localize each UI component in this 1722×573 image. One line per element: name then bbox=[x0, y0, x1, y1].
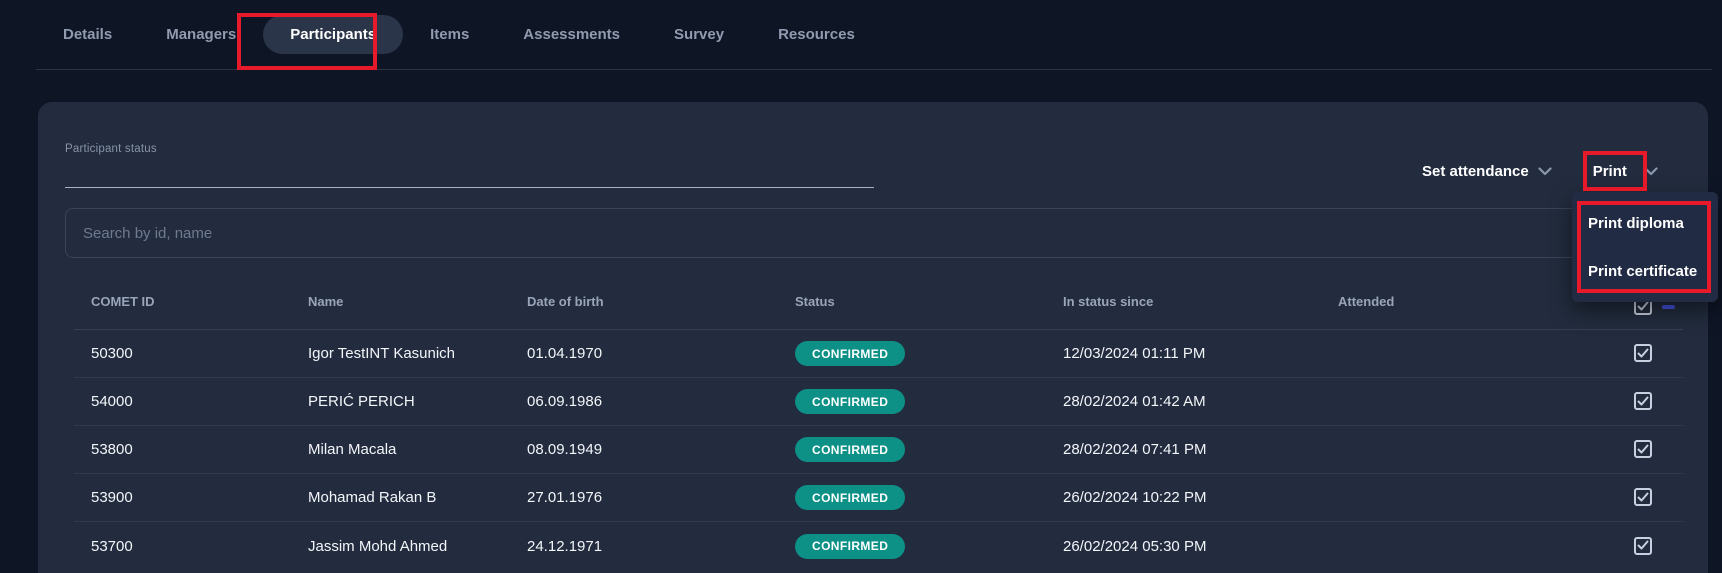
cell-name: Milan Macala bbox=[291, 441, 510, 458]
status-badge: CONFIRMED bbox=[795, 534, 905, 559]
column-header-name[interactable]: Name bbox=[291, 294, 510, 329]
checkmark-icon bbox=[1637, 396, 1649, 407]
cell-comet-id: 53800 bbox=[74, 441, 291, 458]
table-body: 50300 Igor TestINT Kasunich 01.04.1970 C… bbox=[74, 330, 1683, 570]
row-checkbox[interactable] bbox=[1634, 488, 1652, 506]
row-checkbox[interactable] bbox=[1634, 537, 1652, 555]
tab-resources[interactable]: Resources bbox=[751, 15, 882, 54]
toolbar: Set attendance Print bbox=[1422, 158, 1658, 184]
cell-status: CONFIRMED bbox=[778, 534, 1046, 559]
cell-comet-id: 50300 bbox=[74, 345, 291, 362]
cell-comet-id: 53900 bbox=[74, 489, 291, 506]
print-button[interactable]: Print bbox=[1593, 163, 1658, 180]
cell-in-status-since: 26/02/2024 05:30 PM bbox=[1046, 538, 1321, 555]
status-badge: CONFIRMED bbox=[795, 485, 905, 510]
checkmark-icon bbox=[1637, 492, 1649, 503]
table-row[interactable]: 54000 PERIĆ PERICH 06.09.1986 CONFIRMED … bbox=[74, 378, 1683, 426]
column-header-dob[interactable]: Date of birth bbox=[510, 294, 778, 329]
cell-status: CONFIRMED bbox=[778, 389, 1046, 414]
set-attendance-button[interactable]: Set attendance bbox=[1422, 163, 1552, 180]
row-checkbox[interactable] bbox=[1634, 344, 1652, 362]
column-header-in-status-since[interactable]: In status since bbox=[1046, 294, 1321, 329]
print-label: Print bbox=[1593, 163, 1627, 180]
cell-comet-id: 54000 bbox=[74, 393, 291, 410]
cell-in-status-since: 28/02/2024 01:42 AM bbox=[1046, 393, 1321, 410]
table-row[interactable]: 53700 Jassim Mohd Ahmed 24.12.1971 CONFI… bbox=[74, 522, 1683, 570]
status-badge: CONFIRMED bbox=[795, 341, 905, 366]
cell-in-status-since: 28/02/2024 07:41 PM bbox=[1046, 441, 1321, 458]
participants-table: COMET ID Name Date of birth Status In st… bbox=[74, 252, 1683, 570]
table-row[interactable]: 53900 Mohamad Rakan B 27.01.1976 CONFIRM… bbox=[74, 474, 1683, 522]
cell-status: CONFIRMED bbox=[778, 485, 1046, 510]
status-badge: CONFIRMED bbox=[795, 437, 905, 462]
menu-item-print-diploma[interactable]: Print diploma bbox=[1572, 199, 1718, 247]
status-badge: CONFIRMED bbox=[795, 389, 905, 414]
tab-managers[interactable]: Managers bbox=[139, 15, 263, 54]
tab-participants[interactable]: Participants bbox=[263, 15, 403, 54]
column-header-comet-id[interactable]: COMET ID bbox=[74, 294, 291, 329]
cell-select bbox=[1617, 440, 1683, 459]
cell-dob: 24.12.1971 bbox=[510, 538, 778, 555]
tab-survey[interactable]: Survey bbox=[647, 15, 751, 54]
chevron-down-icon bbox=[1538, 167, 1552, 176]
cell-dob: 06.09.1986 bbox=[510, 393, 778, 410]
row-checkbox[interactable] bbox=[1634, 392, 1652, 410]
cell-name: Jassim Mohd Ahmed bbox=[291, 538, 510, 555]
tab-details[interactable]: Details bbox=[36, 15, 139, 54]
cell-status: CONFIRMED bbox=[778, 437, 1046, 462]
participant-status-select[interactable] bbox=[65, 162, 874, 188]
cell-dob: 08.09.1949 bbox=[510, 441, 778, 458]
cell-name: Igor TestINT Kasunich bbox=[291, 345, 510, 362]
cell-dob: 27.01.1976 bbox=[510, 489, 778, 506]
column-header-status[interactable]: Status bbox=[778, 294, 1046, 329]
cell-select bbox=[1617, 537, 1683, 556]
tab-bar: Details Managers Participants Items Asse… bbox=[36, 0, 1712, 70]
cell-status: CONFIRMED bbox=[778, 341, 1046, 366]
search-input[interactable] bbox=[65, 208, 1697, 258]
menu-item-print-certificate[interactable]: Print certificate bbox=[1572, 247, 1718, 295]
checkmark-icon bbox=[1637, 444, 1649, 455]
participant-status-label: Participant status bbox=[65, 143, 157, 155]
table-row[interactable]: 53800 Milan Macala 08.09.1949 CONFIRMED … bbox=[74, 426, 1683, 474]
chevron-down-icon bbox=[1644, 167, 1658, 176]
row-checkbox[interactable] bbox=[1634, 440, 1652, 458]
cell-in-status-since: 12/03/2024 01:11 PM bbox=[1046, 345, 1321, 362]
cell-select bbox=[1617, 488, 1683, 507]
cell-comet-id: 53700 bbox=[74, 538, 291, 555]
set-attendance-label: Set attendance bbox=[1422, 163, 1529, 180]
table-header: COMET ID Name Date of birth Status In st… bbox=[74, 252, 1683, 330]
checkmark-icon bbox=[1637, 301, 1649, 312]
participants-panel: Participant status Set attendance Print … bbox=[38, 102, 1708, 573]
cell-select bbox=[1617, 344, 1683, 363]
indigo-dash-indicator bbox=[1662, 305, 1675, 309]
tab-assessments[interactable]: Assessments bbox=[496, 15, 647, 54]
cell-in-status-since: 26/02/2024 10:22 PM bbox=[1046, 489, 1321, 506]
table-row[interactable]: 50300 Igor TestINT Kasunich 01.04.1970 C… bbox=[74, 330, 1683, 378]
checkmark-icon bbox=[1637, 348, 1649, 359]
cell-dob: 01.04.1970 bbox=[510, 345, 778, 362]
cell-name: Mohamad Rakan B bbox=[291, 489, 510, 506]
checkmark-icon bbox=[1637, 540, 1649, 551]
cell-select bbox=[1617, 392, 1683, 411]
cell-name: PERIĆ PERICH bbox=[291, 393, 510, 410]
tab-items[interactable]: Items bbox=[403, 15, 496, 54]
print-menu: Print diploma Print certificate bbox=[1572, 192, 1718, 302]
